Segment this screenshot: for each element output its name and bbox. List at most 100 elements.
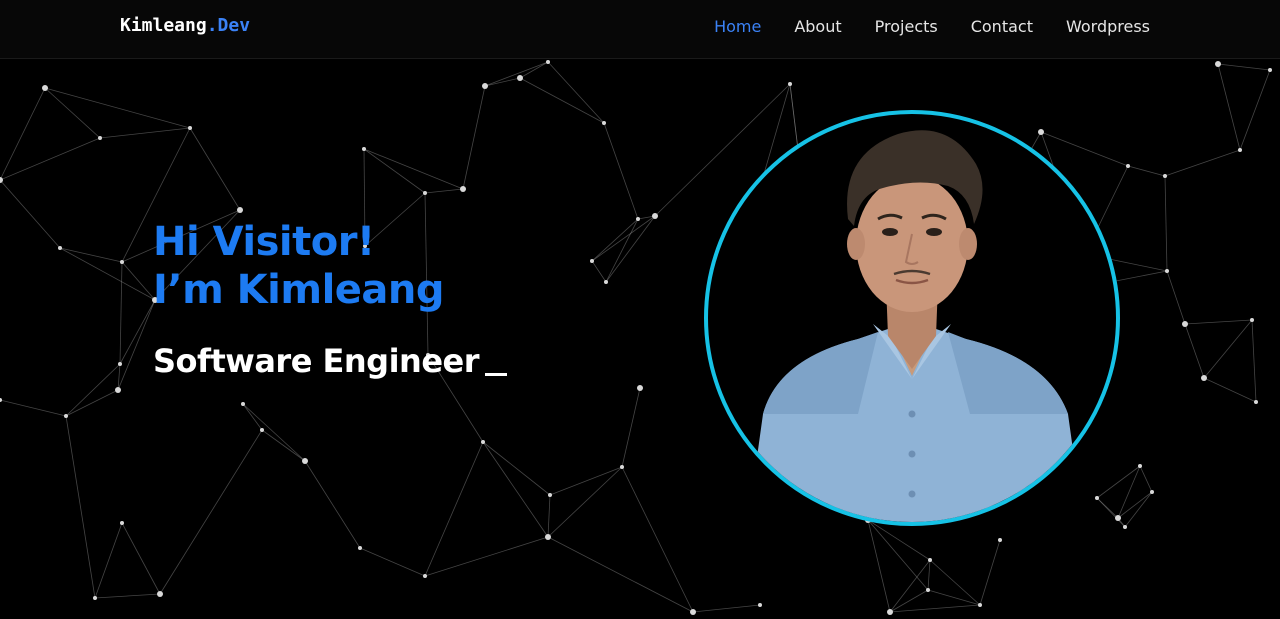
network-node	[358, 546, 362, 550]
network-node	[545, 534, 551, 540]
network-node	[1215, 61, 1221, 67]
network-node	[1150, 490, 1154, 494]
network-line	[482, 441, 549, 538]
network-node	[0, 177, 3, 183]
network-node	[423, 574, 427, 578]
network-node	[998, 538, 1002, 542]
network-line	[1164, 175, 1168, 272]
network-line	[1166, 270, 1186, 325]
network-line	[591, 260, 607, 283]
network-line	[65, 415, 96, 599]
nav-link-wordpress[interactable]: Wordpress	[1066, 17, 1150, 36]
network-line	[159, 429, 263, 595]
network-node	[926, 588, 930, 592]
network-line	[1217, 63, 1271, 71]
network-node	[1254, 400, 1258, 404]
network-line	[547, 466, 623, 538]
network-node	[157, 591, 163, 597]
network-node	[1123, 525, 1127, 529]
network-line	[889, 559, 931, 613]
network-line	[59, 247, 123, 263]
network-line	[363, 148, 464, 190]
network-line	[99, 127, 191, 139]
brand-name: Kimleang	[120, 15, 207, 36]
network-node	[978, 603, 982, 607]
network-line	[929, 559, 981, 606]
network-line	[59, 247, 156, 301]
site-logo[interactable]: Kimleang.Dev	[120, 15, 250, 36]
network-node	[1138, 464, 1142, 468]
network-line	[889, 589, 929, 613]
network-line	[189, 127, 241, 211]
network-line	[0, 179, 61, 249]
network-node	[637, 385, 643, 391]
network-line	[621, 466, 694, 613]
network-line	[121, 522, 161, 595]
profile-avatar	[704, 110, 1120, 526]
network-line	[603, 122, 639, 220]
network-node	[1238, 148, 1242, 152]
nav-link-contact[interactable]: Contact	[971, 17, 1033, 36]
network-node	[1182, 321, 1188, 327]
nav-link-about[interactable]: About	[794, 17, 841, 36]
network-node	[302, 458, 308, 464]
network-node	[1250, 318, 1254, 322]
network-node	[887, 609, 893, 615]
network-line	[692, 604, 761, 613]
top-navbar: Kimleang.Dev Home About Projects Contact…	[0, 0, 1280, 59]
network-line	[605, 218, 639, 283]
network-line	[119, 299, 156, 365]
network-line	[0, 399, 67, 417]
network-line	[119, 261, 123, 365]
network-line	[65, 389, 119, 417]
network-line	[359, 547, 426, 577]
network-line	[547, 536, 694, 613]
network-line	[117, 299, 156, 391]
nav-link-home[interactable]: Home	[714, 17, 761, 36]
network-node	[362, 147, 366, 151]
network-line	[867, 519, 931, 561]
network-node	[602, 121, 606, 125]
network-node	[1163, 174, 1167, 178]
network-line	[1203, 377, 1257, 403]
network-node	[652, 213, 658, 219]
network-line	[591, 218, 639, 262]
network-node	[758, 603, 762, 607]
brand-tld: .Dev	[206, 15, 251, 36]
network-node	[188, 126, 192, 130]
portrait-photo-icon	[748, 130, 1083, 522]
network-line	[1203, 319, 1253, 379]
network-node	[423, 191, 427, 195]
hero-role-line: Software Engineer	[153, 342, 508, 380]
network-line	[304, 460, 361, 549]
network-line	[1139, 465, 1153, 493]
network-node	[1201, 375, 1207, 381]
network-node	[120, 521, 124, 525]
network-line	[519, 77, 605, 124]
network-line	[121, 261, 156, 301]
network-node	[1165, 269, 1169, 273]
network-node	[928, 558, 932, 562]
network-line	[867, 519, 891, 613]
network-node	[118, 362, 122, 366]
network-line	[242, 403, 263, 431]
network-node	[1268, 68, 1272, 72]
network-line	[519, 61, 549, 79]
network-line	[94, 593, 161, 599]
network-line	[1096, 497, 1126, 528]
network-line	[549, 466, 623, 496]
network-node	[1095, 496, 1099, 500]
network-node	[115, 387, 121, 393]
network-node	[98, 136, 102, 140]
network-node	[620, 465, 624, 469]
network-line	[462, 85, 486, 190]
network-node	[64, 414, 68, 418]
network-line	[1127, 165, 1166, 177]
network-line	[424, 188, 464, 194]
network-node	[548, 493, 552, 497]
network-node	[1115, 515, 1121, 521]
network-line	[1040, 131, 1129, 167]
network-node	[636, 217, 640, 221]
network-line	[94, 522, 123, 599]
nav-link-projects[interactable]: Projects	[875, 17, 938, 36]
